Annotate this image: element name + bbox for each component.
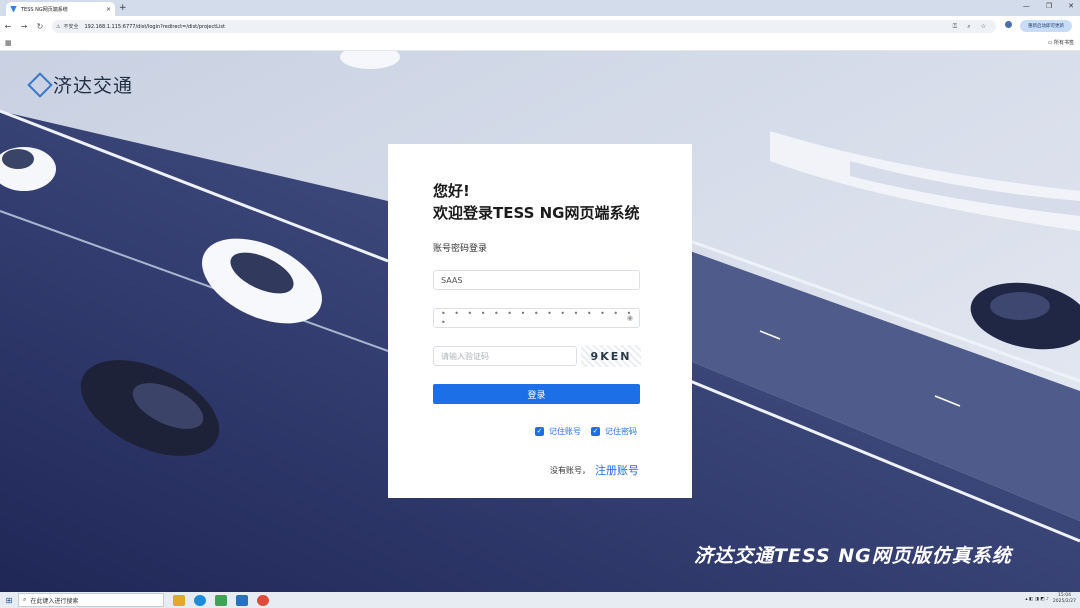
password-input[interactable]: • • • • • • • • • • • • • • • • ◉ bbox=[433, 308, 640, 328]
slogan-text: 济达交通TESS NG网页版仿真系统 bbox=[694, 545, 1012, 567]
logo-mark-icon bbox=[27, 71, 53, 98]
browser-tab-bar: TESS NG网页端系统 × + — ❐ ✕ bbox=[0, 0, 1080, 16]
username-input[interactable]: SAAS bbox=[433, 270, 640, 290]
search-icon: ⌕ bbox=[23, 596, 27, 603]
zoom-icon[interactable]: ⌕ bbox=[967, 23, 970, 31]
bookmark-star-icon[interactable]: ☆ bbox=[981, 23, 986, 31]
taskbar-search-box[interactable]: ⌕ 在此键入进行搜索 bbox=[18, 593, 164, 607]
all-bookmarks-label: 所有书签 bbox=[1053, 40, 1074, 46]
remember-password-checkbox[interactable]: ✓ 记住密码 bbox=[591, 426, 637, 437]
password-mask: • • • • • • • • • • • • • • • • bbox=[441, 309, 635, 327]
restart-update-button[interactable]: 重新启动即可更新 bbox=[1020, 20, 1072, 32]
url-text[interactable]: 192.168.1.115:6777/dist/login?redirect=/… bbox=[85, 24, 225, 30]
edge-browser-icon[interactable] bbox=[194, 594, 206, 606]
system-tray: ▴ ◧ ◨ ◩ ♪ 15:04 2025/2/27 bbox=[1025, 593, 1076, 605]
tab-title: TESS NG网页端系统 bbox=[21, 6, 68, 13]
bookmarks-bar: ▦ ▭ 所有书签 bbox=[0, 37, 1080, 51]
insecure-icon[interactable]: ⚠ bbox=[56, 24, 60, 30]
show-password-eye-icon[interactable]: ◉ bbox=[627, 314, 633, 322]
profile-avatar-icon[interactable] bbox=[1005, 21, 1012, 28]
forward-icon[interactable]: → bbox=[16, 22, 32, 31]
browser-tab[interactable]: TESS NG网页端系统 × bbox=[6, 2, 115, 16]
restore-icon[interactable]: ❐ bbox=[1046, 2, 1052, 10]
app-icon-blue[interactable] bbox=[236, 594, 248, 606]
clock-date: 2025/2/27 bbox=[1052, 599, 1076, 604]
back-icon[interactable]: ← bbox=[0, 22, 16, 31]
login-method-label: 账号密码登录 bbox=[433, 244, 488, 254]
close-window-icon[interactable]: ✕ bbox=[1068, 2, 1074, 10]
checkbox-checked-icon: ✓ bbox=[591, 427, 600, 436]
no-account-text: 没有账号， bbox=[550, 466, 590, 475]
app-icon-green[interactable] bbox=[215, 594, 227, 606]
key-icon[interactable]: ⚿ bbox=[953, 23, 958, 31]
taskbar-search-placeholder: 在此键入进行搜索 bbox=[30, 597, 79, 605]
security-label: 不安全 bbox=[63, 24, 79, 30]
taskbar-clock[interactable]: 15:04 2025/2/27 bbox=[1053, 593, 1076, 605]
remember-account-checkbox[interactable]: ✓ 记住账号 bbox=[535, 426, 581, 437]
captcha-image[interactable]: 9KEN bbox=[581, 345, 641, 367]
login-card: 您好! 欢迎登录TESS NG网页端系统 账号密码登录 SAAS • • • •… bbox=[388, 144, 692, 498]
brand-logo: 济达交通 bbox=[27, 71, 134, 98]
logo-text: 济达交通 bbox=[53, 75, 134, 97]
checkbox-checked-icon: ✓ bbox=[535, 427, 544, 436]
file-explorer-icon[interactable] bbox=[173, 594, 185, 606]
captcha-placeholder: 请输入验证码 bbox=[441, 351, 489, 361]
remember-password-label: 记住密码 bbox=[605, 427, 637, 436]
welcome-title: 欢迎登录TESS NG网页端系统 bbox=[433, 204, 640, 222]
username-value: SAAS bbox=[441, 275, 463, 285]
address-bar[interactable]: ⚠ 不安全 192.168.1.115:6777/dist/login?redi… bbox=[52, 20, 996, 33]
chrome-browser-icon[interactable] bbox=[257, 594, 269, 606]
remember-account-label: 记住账号 bbox=[549, 427, 581, 436]
all-bookmarks-button[interactable]: ▭ 所有书签 bbox=[1048, 39, 1074, 46]
window-controls: — ❐ ✕ bbox=[1023, 2, 1074, 10]
vue-favicon-icon bbox=[10, 5, 17, 13]
greeting-title: 您好! bbox=[433, 182, 470, 200]
register-link[interactable]: 注册账号 bbox=[595, 462, 639, 478]
captcha-input[interactable]: 请输入验证码 bbox=[433, 346, 577, 366]
tray-icons[interactable]: ▴ ◧ ◨ ◩ ♪ bbox=[1025, 597, 1049, 602]
new-tab-button[interactable]: + bbox=[119, 3, 127, 13]
tab-close-icon[interactable]: × bbox=[106, 6, 111, 13]
login-button[interactable]: 登录 bbox=[433, 384, 640, 404]
windows-start-icon[interactable]: ⊞ bbox=[0, 596, 18, 605]
windows-taskbar: ⊞ ⌕ 在此键入进行搜索 ▴ ◧ ◨ ◩ ♪ 15:04 2025/2/27 bbox=[0, 592, 1080, 608]
minimize-icon[interactable]: — bbox=[1023, 2, 1030, 10]
browser-toolbar: ← → ↻ ⚠ 不安全 192.168.1.115:6777/dist/logi… bbox=[0, 16, 1080, 37]
apps-grid-icon[interactable]: ▦ bbox=[5, 39, 12, 47]
captcha-image-text: 9KEN bbox=[590, 349, 632, 363]
reload-icon[interactable]: ↻ bbox=[32, 22, 48, 31]
